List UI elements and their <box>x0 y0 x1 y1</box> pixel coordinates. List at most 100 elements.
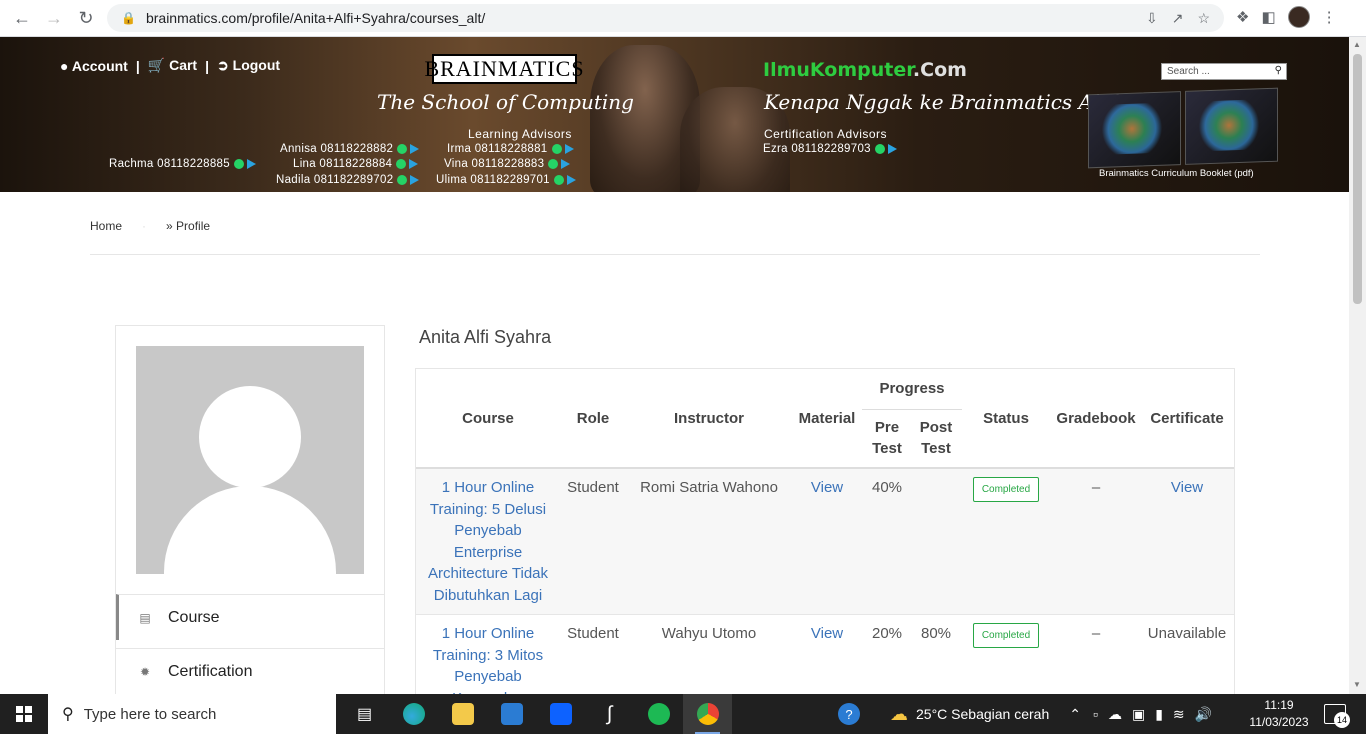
battery-icon[interactable]: ▮ <box>1155 706 1163 723</box>
status-badge: Completed <box>973 477 1039 502</box>
windows-taskbar: ⚲ Type here to search ▤ ∫ ? ☁ 25°C Sebag… <box>0 694 1366 734</box>
breadcrumb-current: » Profile <box>166 219 211 233</box>
mail-icon[interactable] <box>487 694 536 734</box>
side-panel-icon[interactable]: ◧ <box>1261 8 1275 26</box>
separator: | <box>135 57 140 74</box>
sidebar-item-label: Course <box>168 608 220 626</box>
dropbox-icon[interactable] <box>536 694 585 734</box>
profile-avatar[interactable] <box>1287 6 1310 28</box>
breadcrumb-home[interactable]: Home <box>90 219 122 233</box>
device-icon[interactable]: ▫ <box>1093 706 1098 722</box>
material-view-link[interactable]: View <box>794 477 860 499</box>
role-cell: Student <box>567 479 619 496</box>
logout-link[interactable]: ➲ Logout <box>217 57 280 74</box>
forward-icon[interactable]: → <box>38 2 70 34</box>
edge-icon[interactable] <box>389 694 438 734</box>
extensions-icon[interactable]: ❖ <box>1236 8 1249 26</box>
column-header-pre-test: Pre Test <box>872 419 902 457</box>
clock-time: 11:19 <box>1264 698 1294 712</box>
post-test-cell: 80% <box>920 625 952 642</box>
menu-dots-icon[interactable]: ⋮ <box>1322 8 1337 26</box>
account-link[interactable]: ● Account <box>60 58 128 74</box>
course-link[interactable]: 1 Hour Online Training: 3 Mitos Penyebab… <box>424 623 552 698</box>
tagline-right: Kenapa Nggak ke Brainmatics Aja? <box>764 90 1122 114</box>
pre-test-cell: 20% <box>871 625 903 642</box>
bookmark-star-icon[interactable]: ☆ <box>1197 10 1210 27</box>
browser-toolbar: ← → ↻ 🔒 brainmatics.com/profile/Anita+Al… <box>0 0 1366 37</box>
install-icon[interactable]: ⇩ <box>1146 10 1158 27</box>
sidebar-item-course[interactable]: ▤ Course <box>116 594 384 640</box>
column-header-instructor: Instructor <box>673 410 744 427</box>
certificate-icon: ✹ <box>139 664 151 679</box>
column-header-material: Material <box>798 410 856 427</box>
file-explorer-icon[interactable] <box>438 694 487 734</box>
system-tray: ? ☁ 25°C Sebagian cerah ⌃ ▫ ☁ ▣ ▮ ≋ 🔊 <box>838 694 1212 734</box>
brainmatics-logo[interactable]: BRAINMATICS <box>424 54 584 84</box>
task-view-icon[interactable]: ▤ <box>340 694 389 734</box>
column-header-status: Status <box>983 410 1029 427</box>
sidebar-item-certification[interactable]: ✹ Certification <box>116 648 384 694</box>
scroll-up-icon[interactable]: ▲ <box>1353 40 1361 49</box>
course-link[interactable]: 1 Hour Online Training: 5 Delusi Penyeba… <box>424 477 552 606</box>
scroll-down-icon[interactable]: ▼ <box>1353 680 1361 689</box>
profile-sidebar: ▤ Course ✹ Certification <box>115 325 385 705</box>
weather-text[interactable]: 25°C Sebagian cerah <box>916 706 1049 722</box>
instructor-cell: Romi Satria Wahono <box>640 479 778 496</box>
app-icon[interactable]: ∫ <box>585 694 634 734</box>
onedrive-icon[interactable]: ☁ <box>1108 706 1122 723</box>
display-icon[interactable]: ▣ <box>1132 706 1145 723</box>
address-bar[interactable]: 🔒 brainmatics.com/profile/Anita+Alfi+Sya… <box>107 4 1224 32</box>
booklet-caption[interactable]: Brainmatics Curriculum Booklet (pdf) <box>1099 168 1254 179</box>
column-header-post-test: Post Test <box>919 419 953 457</box>
contact-annisa: Annisa 08118228882 <box>280 143 420 155</box>
start-button[interactable] <box>0 694 48 734</box>
banner-search-input[interactable]: Search ... ⚲ <box>1161 63 1287 80</box>
cart-link[interactable]: 🛒 Cart <box>148 57 197 74</box>
material-view-link[interactable]: View <box>794 623 860 645</box>
search-icon[interactable]: ⚲ <box>1275 65 1282 76</box>
certification-advisors-title: Certification Advisors <box>764 127 888 141</box>
taskbar-search-input[interactable]: ⚲ Type here to search <box>48 694 336 734</box>
chevron-up-icon[interactable]: ⌃ <box>1069 706 1081 723</box>
separator: | <box>205 57 210 74</box>
certificate-view-link[interactable]: View <box>1147 477 1227 499</box>
share-icon[interactable]: ↗ <box>1172 10 1184 27</box>
clock-date: 11/03/2023 <box>1249 715 1309 729</box>
profile-name: Anita Alfi Syahra <box>419 327 552 347</box>
instructor-cell: Wahyu Utomo <box>661 625 757 642</box>
contact-irma: Irma 08118228881 <box>447 143 574 155</box>
gradebook-cell: – <box>1091 625 1101 642</box>
column-header-gradebook: Gradebook <box>1056 410 1136 427</box>
url-text: brainmatics.com/profile/Anita+Alfi+Syahr… <box>145 10 486 26</box>
gradebook-cell: – <box>1091 479 1101 496</box>
curriculum-booklet-image[interactable] <box>1088 87 1278 169</box>
weather-icon[interactable]: ☁ <box>890 704 908 725</box>
spotify-icon[interactable] <box>634 694 683 734</box>
ilmukomputer-logo[interactable]: IlmuKomputer.Com <box>763 59 967 81</box>
back-icon[interactable]: ← <box>6 2 38 34</box>
contact-lina: Lina 08118228884 <box>293 158 419 170</box>
column-header-role: Role <box>576 410 610 427</box>
scrollbar-thumb[interactable] <box>1353 54 1362 304</box>
status-badge: Completed <box>973 623 1039 648</box>
site-banner: ● Account | 🛒 Cart | ➲ Logout BRAINMATIC… <box>0 37 1349 192</box>
help-icon[interactable]: ? <box>838 703 860 725</box>
taskbar-clock[interactable]: 11:19 11/03/2023 <box>1244 697 1314 731</box>
breadcrumb-separator: · <box>142 219 147 233</box>
column-header-certificate: Certificate <box>1150 410 1224 427</box>
reload-icon[interactable]: ↻ <box>70 2 102 34</box>
certificate-cell: Unavailable <box>1147 625 1227 642</box>
column-header-progress: Progress <box>879 380 945 397</box>
windows-logo-icon <box>16 706 32 722</box>
page-scrollbar[interactable]: ▲ ▼ <box>1349 37 1366 694</box>
learning-advisors-title: Learning Advisors <box>468 127 572 141</box>
breadcrumb: Home · » Profile <box>90 219 210 233</box>
column-header-course: Course <box>462 410 514 427</box>
tagline-left: The School of Computing <box>377 90 634 114</box>
volume-icon[interactable]: 🔊 <box>1195 706 1212 723</box>
progress-divider <box>862 409 962 410</box>
contact-ezra: Ezra 081182289703 <box>763 143 897 155</box>
sidebar-item-label: Certification <box>168 662 253 680</box>
wifi-icon[interactable]: ≋ <box>1173 706 1185 723</box>
chrome-icon[interactable] <box>683 694 732 734</box>
